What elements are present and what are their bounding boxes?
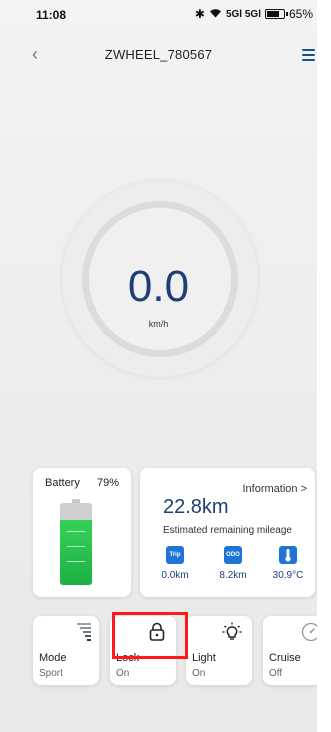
lock-value: On	[116, 668, 130, 679]
status-icons: ✱ 5Gl 5Gl 65%	[195, 7, 313, 21]
battery-segment-line	[67, 546, 85, 547]
information-card[interactable]: Information > 22.8km Estimated remaining…	[140, 468, 315, 597]
cruise-label: Cruise	[269, 652, 301, 664]
screen-edge	[317, 0, 331, 732]
speed-value: 0.0	[127, 262, 190, 311]
status-time: 11:08	[36, 8, 67, 22]
battery-segment-line	[67, 531, 85, 532]
temperature-stat: 30.9°C	[263, 546, 313, 581]
mode-tile[interactable]: Mode Sport	[33, 616, 99, 685]
cruise-value: Off	[269, 668, 283, 679]
battery-level-fill	[60, 520, 92, 585]
lock-icon	[149, 622, 165, 647]
mode-label: Mode	[39, 652, 67, 664]
speed-unit: km/h	[148, 319, 169, 329]
temperature-value: 30.9°C	[272, 570, 304, 581]
mode-bars-icon	[77, 622, 93, 647]
remaining-mileage-label: Estimated remaining mileage	[163, 525, 292, 536]
thermometer-icon	[279, 546, 297, 564]
bluetooth-icon: ✱	[194, 7, 205, 21]
odo-icon: ODO	[224, 546, 242, 564]
menu-icon[interactable]	[302, 49, 315, 64]
lock-tile[interactable]: Lock On	[110, 616, 176, 685]
battery-status-percent: 65%	[288, 7, 313, 21]
signal-icon: 5Gl 5Gl	[225, 8, 261, 20]
wifi-icon	[209, 7, 222, 21]
trip-icon: Trip	[166, 546, 184, 564]
information-link[interactable]: Information >	[242, 483, 307, 495]
battery-percent: 79%	[97, 477, 120, 489]
status-bar: 11:08 ✱ 5Gl 5Gl 65%	[0, 0, 317, 30]
battery-label: Battery	[45, 477, 80, 489]
battery-status-icon	[264, 9, 288, 19]
remaining-mileage-value: 22.8km	[163, 496, 229, 518]
light-label: Light	[192, 652, 216, 664]
trip-stat: Trip 0.0km	[150, 546, 200, 581]
odo-value: 8.2km	[219, 570, 247, 581]
app-screen: 11:08 ✱ 5Gl 5Gl 65% ‹ ZWHEEL_780567 0.0 …	[0, 0, 331, 732]
cruise-tile[interactable]: Cruise Off	[263, 616, 323, 685]
odo-stat: ODO 8.2km	[208, 546, 258, 581]
battery-graphic	[60, 503, 92, 585]
light-tile[interactable]: Light On	[186, 616, 252, 685]
light-value: On	[192, 668, 206, 679]
battery-segment-line	[67, 561, 85, 562]
header: ‹ ZWHEEL_780567	[0, 40, 317, 68]
page-title: ZWHEEL_780567	[104, 47, 213, 62]
trip-value: 0.0km	[161, 570, 189, 581]
light-bulb-icon	[222, 622, 242, 647]
mode-value: Sport	[39, 668, 63, 679]
lock-label: Lock	[116, 652, 140, 664]
